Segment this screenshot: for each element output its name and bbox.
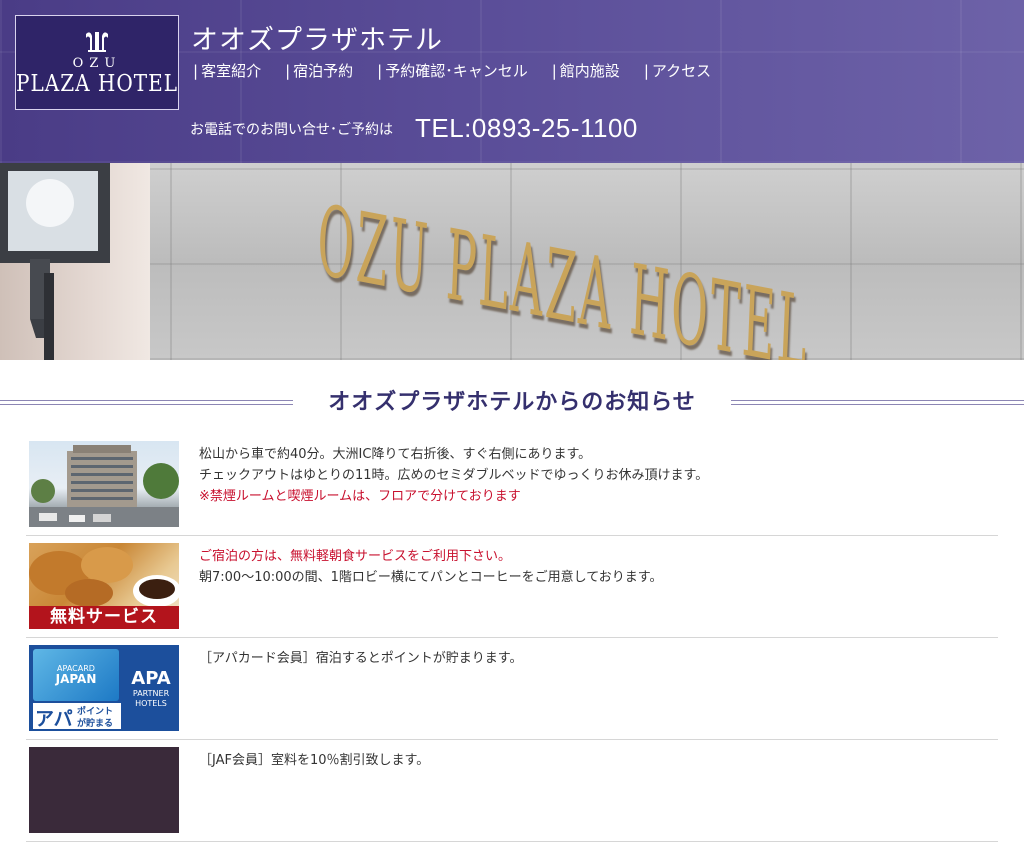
building-illustration bbox=[29, 445, 179, 527]
hotel-logo[interactable]: OZU PLAZA HOTEL bbox=[15, 15, 179, 110]
news-item-breakfast: 無料サービス ご宿泊の方は、無料軽朝食サービスをご利用下さい。 朝7:00〜10… bbox=[26, 536, 998, 638]
jaf-image bbox=[29, 747, 179, 833]
site-title: オオズプラザホテル bbox=[191, 25, 443, 56]
lantern-icon bbox=[0, 163, 110, 360]
news-text: 松山から車で約40分。大洲IC降りて右折後、すぐ右側にあります。 チェックアウト… bbox=[199, 441, 708, 527]
main-nav: 客室紹介 宿泊予約 予約確認･キャンセル 館内施設 アクセス bbox=[193, 60, 735, 81]
apa-point-badge: アパ ポイント が貯まる bbox=[33, 703, 121, 730]
apa-point-big: アパ bbox=[35, 708, 73, 730]
news-line: 松山から車で約40分。大洲IC降りて右折後、すぐ右側にあります。 bbox=[199, 447, 592, 462]
news-title: オオズプラザホテルからのお知らせ bbox=[328, 389, 696, 415]
news-list: 松山から車で約40分。大洲IC降りて右折後、すぐ右側にあります。 チェックアウト… bbox=[26, 434, 998, 842]
apa-card-line2: JAPAN bbox=[55, 672, 97, 686]
apa-logo-sub1: PARTNER bbox=[132, 689, 170, 698]
crest-icon bbox=[86, 32, 108, 52]
phone-label: お電話でのお問い合せ･ご予約は bbox=[190, 121, 393, 138]
apa-card-image: APACARD JAPAN アパ ポイント が貯まる APA PARTNER H… bbox=[29, 645, 179, 731]
nav-access[interactable]: アクセス bbox=[644, 60, 711, 81]
news-heading: オオズプラザホテルからのお知らせ bbox=[0, 382, 1024, 422]
breakfast-image: 無料サービス bbox=[29, 543, 179, 629]
apa-logo-text: APA bbox=[131, 668, 171, 689]
nav-rooms[interactable]: 客室紹介 bbox=[193, 60, 261, 81]
news-item-apa: APACARD JAPAN アパ ポイント が貯まる APA PARTNER H… bbox=[26, 638, 998, 740]
hero-photo: OZU PLAZA HOTEL bbox=[0, 163, 1024, 360]
news-text: ［アパカード会員］宿泊するとポイントが貯まります。 bbox=[199, 645, 522, 731]
nav-facilities[interactable]: 館内施設 bbox=[552, 60, 620, 81]
free-service-caption: 無料サービス bbox=[29, 606, 179, 629]
hotel-sign-text: OZU PLAZA HOTEL bbox=[315, 183, 812, 360]
heading-rule-right bbox=[731, 400, 1024, 405]
hero: OZU PLAZA HOTEL OZU PLAZA HOTEL オオズプラザホテ… bbox=[0, 0, 1024, 360]
apa-logo-sub2: HOTELS bbox=[135, 699, 167, 708]
news-line: チェックアウトはゆとりの11時。広めのセミダブルベッドでゆっくりお休み頂けます。 bbox=[199, 468, 709, 483]
heading-rule-left bbox=[0, 400, 293, 405]
hotel-building-image bbox=[29, 441, 179, 527]
news-item-jaf: ［JAF会員］室料を10％割引致します。 bbox=[26, 740, 998, 842]
apa-point-small2: が貯まる bbox=[77, 719, 114, 729]
logo-line2: PLAZA HOTEL bbox=[16, 69, 178, 97]
nav-reservation[interactable]: 宿泊予約 bbox=[285, 60, 353, 81]
apa-partner-logo: APA PARTNER HOTELS bbox=[125, 669, 177, 709]
news-notice: ※禁煙ルームと喫煙ルームは、フロアで分けております bbox=[199, 489, 521, 504]
news-line: ［アパカード会員］宿泊するとポイントが貯まります。 bbox=[199, 651, 523, 666]
news-notice: ご宿泊の方は、無料軽朝食サービスをご利用下さい。 bbox=[199, 549, 512, 564]
news-item-access: 松山から車で約40分。大洲IC降りて右折後、すぐ右側にあります。 チェックアウト… bbox=[26, 434, 998, 536]
news-text: ［JAF会員］室料を10％割引致します。 bbox=[199, 747, 429, 833]
news-line: 朝7:00〜10:00の間、1階ロビー横にてパンとコーヒーをご用意しております。 bbox=[199, 570, 663, 585]
apa-card: APACARD JAPAN bbox=[33, 649, 119, 701]
phone-row: お電話でのお問い合せ･ご予約は TEL:0893-25-1100 bbox=[190, 113, 638, 144]
nav-confirm-cancel[interactable]: 予約確認･キャンセル bbox=[377, 60, 528, 81]
phone-number[interactable]: TEL:0893-25-1100 bbox=[415, 113, 638, 144]
news-text: ご宿泊の方は、無料軽朝食サービスをご利用下さい。 朝7:00〜10:00の間、1… bbox=[199, 543, 663, 629]
